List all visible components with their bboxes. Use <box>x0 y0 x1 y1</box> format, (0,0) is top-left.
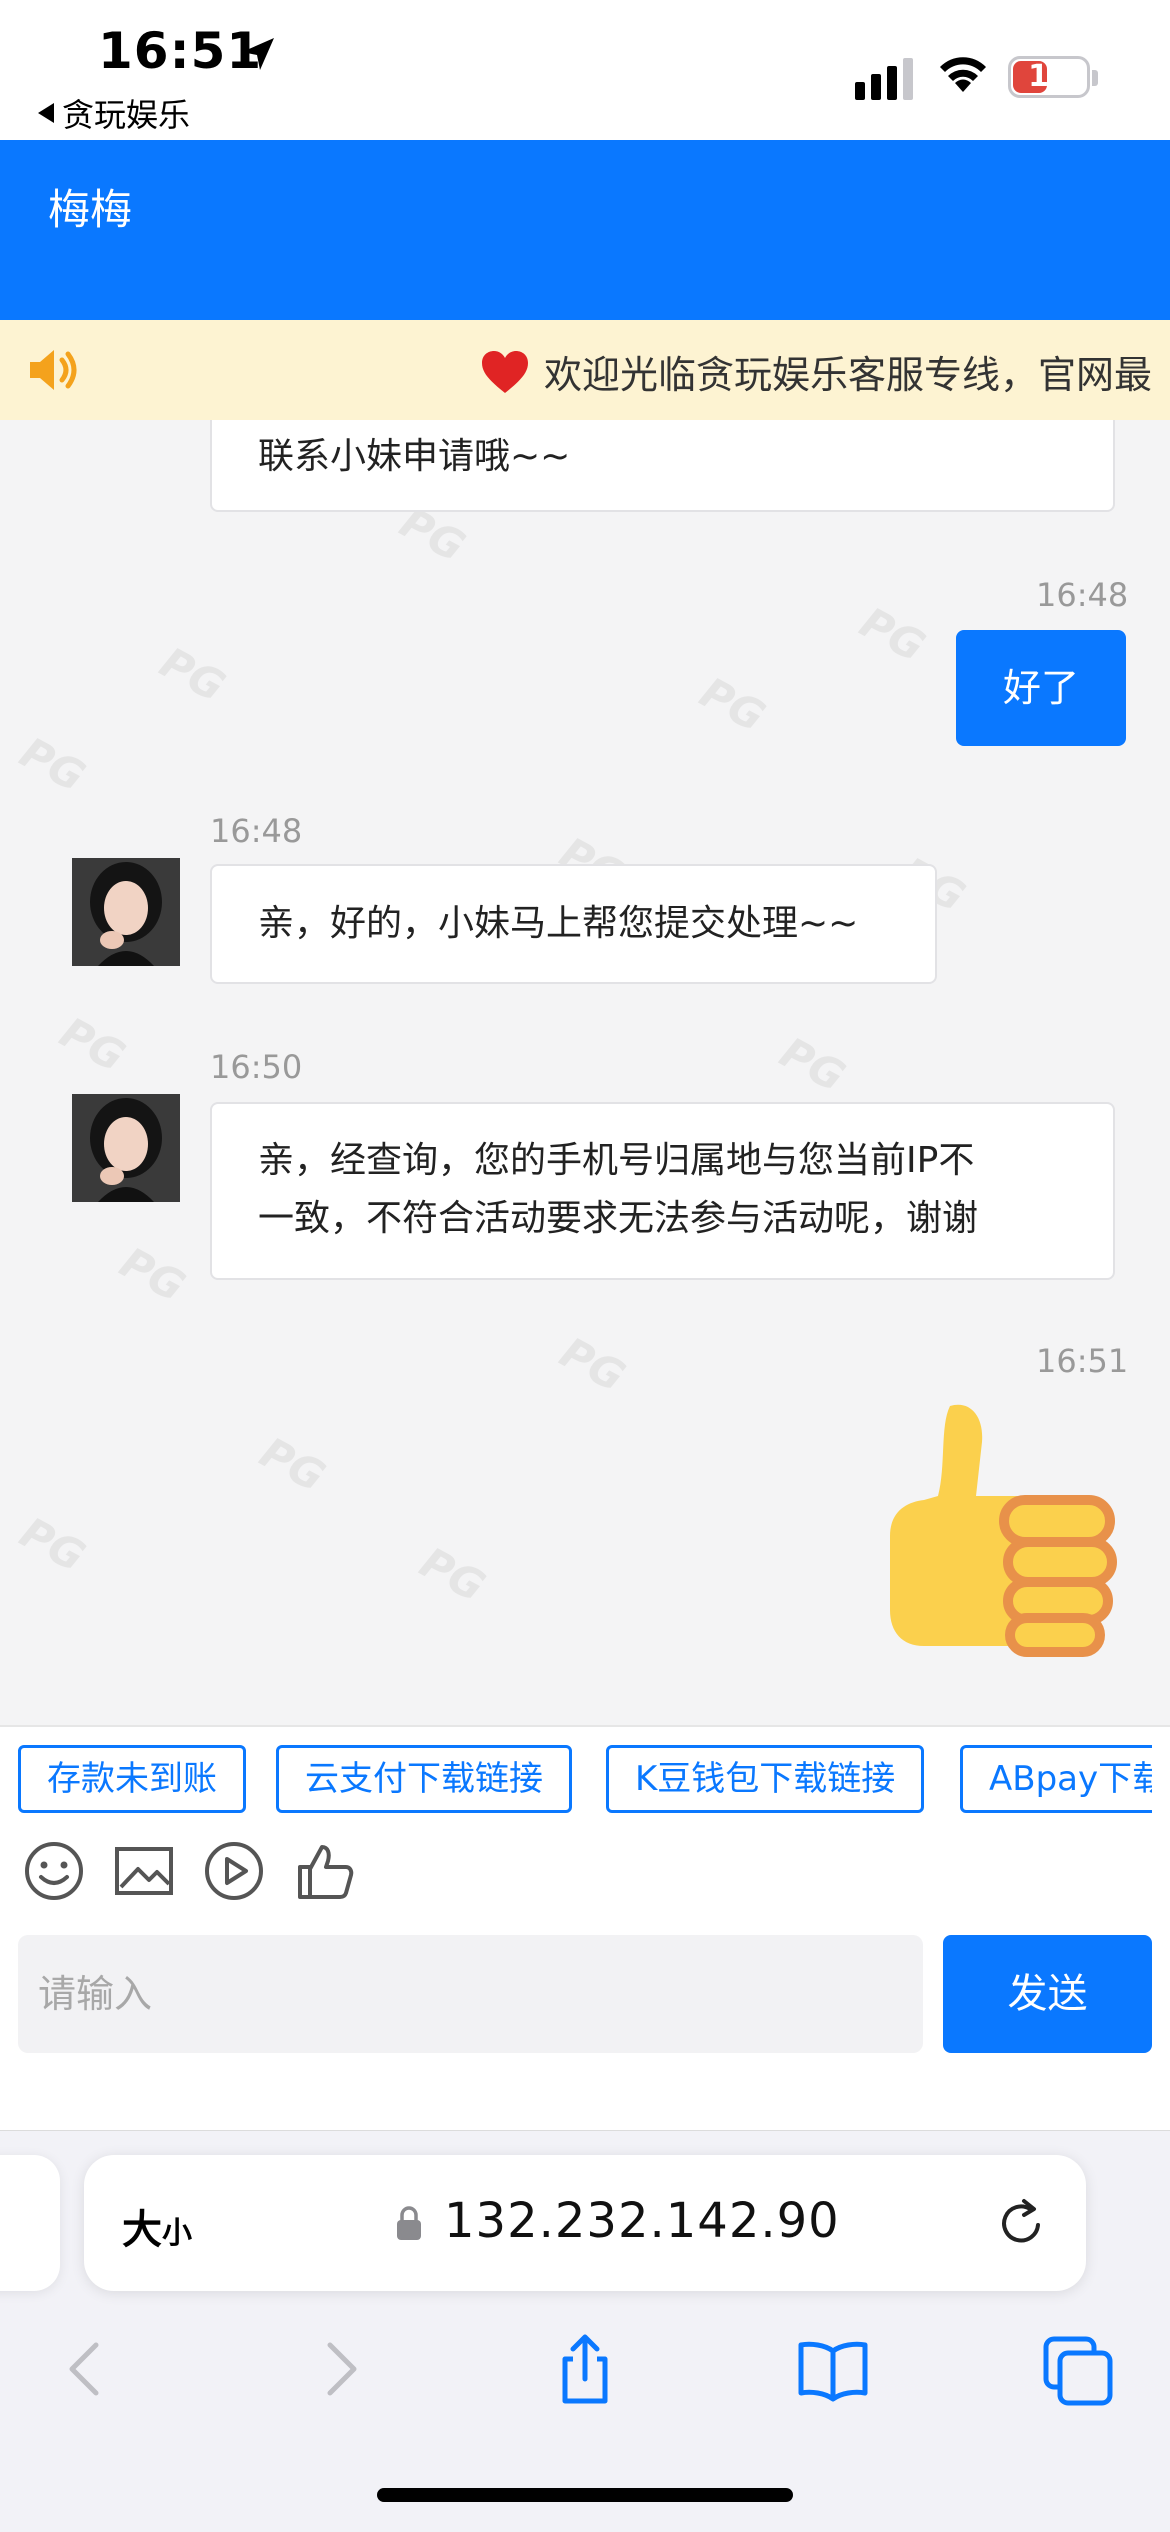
message-text-line: 亲，经查询，您的手机号归属地与您当前IP不 <box>258 1140 975 1181</box>
browser-toolbar: 大小 132.232.142.90 <box>0 2130 1170 2532</box>
status-bar: 16:51 贪玩娱乐 10 <box>0 0 1170 140</box>
quick-reply-button[interactable]: 存款未到账 <box>18 1745 246 1813</box>
quick-reply-bar[interactable]: 存款未到账 云支付下载链接 K豆钱包下载链接 ABpay下载 <box>18 1745 1152 1815</box>
url-text: 132.232.142.90 <box>444 2193 840 2249</box>
quick-reply-button[interactable]: ABpay下载 <box>960 1745 1152 1813</box>
tabs-icon[interactable] <box>1040 2331 1116 2407</box>
image-icon[interactable] <box>112 1839 176 1903</box>
message-input[interactable] <box>18 1935 923 2053</box>
address-bar[interactable]: 大小 132.232.142.90 <box>84 2155 1086 2291</box>
forward-arrow-icon[interactable] <box>300 2331 376 2407</box>
agent-avatar <box>72 1094 180 1202</box>
video-icon[interactable] <box>202 1839 266 1903</box>
watermark-text: PG <box>552 1327 633 1402</box>
text-size-small: 小 <box>162 2216 192 2251</box>
message-text: 好了 <box>1002 666 1079 710</box>
outgoing-message: 好了 <box>956 630 1126 746</box>
text-size-button[interactable]: 大小 <box>122 2197 192 2255</box>
watermark-text: PG <box>252 1427 333 1502</box>
message-timestamp: 16:48 <box>210 812 303 850</box>
emoji-icon[interactable] <box>22 1839 86 1903</box>
incoming-message: 联系小妹申请哦~~ <box>210 420 1115 512</box>
message-timestamp: 16:48 <box>1036 576 1129 614</box>
chat-input-panel: 存款未到账 云支付下载链接 K豆钱包下载链接 ABpay下载 发送 <box>0 1725 1170 2130</box>
heart-icon <box>482 350 528 393</box>
avatar-portrait-icon <box>72 858 180 966</box>
watermark-text: PG <box>772 1027 853 1102</box>
battery-icon: 10 <box>1008 56 1090 98</box>
back-triangle-icon <box>38 103 54 123</box>
message-text: 亲，好的，小妹马上帮您提交处理~~ <box>258 903 859 944</box>
watermark-text: PG <box>692 667 773 742</box>
battery-nub <box>1092 70 1098 86</box>
reload-icon[interactable] <box>994 2195 1050 2251</box>
share-icon[interactable] <box>547 2331 623 2407</box>
thumbs-up-sticker-icon <box>890 1404 1117 1657</box>
agent-avatar <box>72 858 180 966</box>
back-arrow-icon[interactable] <box>50 2331 126 2407</box>
message-text-line: 一致，不符合活动要求无法参与活动呢，谢谢 <box>258 1198 979 1239</box>
chat-messages[interactable]: PG PG PG PG PG PG PG PG PG PG PG PG PG P… <box>0 420 1170 1725</box>
home-indicator[interactable] <box>377 2488 793 2502</box>
back-app-label: 贪玩娱乐 <box>62 96 191 134</box>
watermark-text: PG <box>112 1237 193 1312</box>
cellular-signal-icon <box>855 58 913 100</box>
avatar-portrait-icon <box>72 1094 180 1202</box>
quick-reply-button[interactable]: 云支付下载链接 <box>276 1745 572 1813</box>
incoming-message: 亲，经查询，您的手机号归属地与您当前IP不 一致，不符合活动要求无法参与活动呢，… <box>210 1102 1115 1280</box>
watermark-text: PG <box>12 1507 93 1582</box>
back-to-app-link[interactable]: 贪玩娱乐 <box>38 90 190 136</box>
announcement-bar: 欢迎光临贪玩娱乐客服专线，官网最 <box>0 320 1170 420</box>
speaker-icon <box>30 350 77 390</box>
message-timestamp: 16:51 <box>1036 1342 1129 1380</box>
announcement-label: 欢迎光临贪玩娱乐客服专线，官网最 <box>544 353 1153 397</box>
battery-percentage: 10 <box>1028 59 1070 94</box>
message-timestamp: 16:50 <box>210 1048 303 1086</box>
announcement-text: 欢迎光临贪玩娱乐客服专线，官网最 <box>480 344 1152 399</box>
watermark-text: PG <box>852 597 933 672</box>
watermark-text: PG <box>412 1537 493 1612</box>
send-button[interactable]: 发送 <box>943 1935 1152 2053</box>
lock-icon <box>397 2206 421 2240</box>
wifi-icon <box>940 57 986 92</box>
text-size-large: 大 <box>122 2207 162 2253</box>
agent-name: 梅梅 <box>48 185 133 234</box>
thumbs-up-icon[interactable] <box>292 1839 356 1903</box>
location-arrow-icon <box>242 38 274 70</box>
quick-reply-button[interactable]: K豆钱包下载链接 <box>606 1745 925 1813</box>
previous-tab-preview[interactable] <box>0 2155 60 2291</box>
chat-header: 梅梅 <box>0 140 1170 320</box>
bookmarks-icon[interactable] <box>795 2331 871 2407</box>
message-text: 联系小妹申请哦~~ <box>258 436 571 477</box>
incoming-message: 亲，好的，小妹马上帮您提交处理~~ <box>210 864 937 984</box>
watermark-text: PG <box>52 1007 133 1082</box>
watermark-text: PG <box>152 637 233 712</box>
watermark-text: PG <box>12 727 93 802</box>
